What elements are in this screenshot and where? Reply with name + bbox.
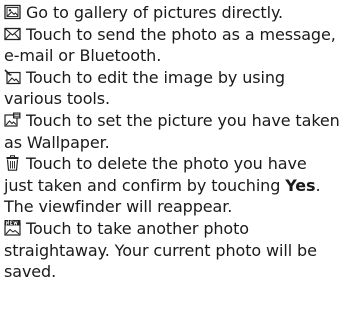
item-text: Touch to set the picture you have taken …: [4, 110, 340, 152]
edit-image-icon: [4, 69, 21, 85]
item-text: Touch to take another photo straightaway…: [4, 218, 317, 282]
item-text: Touch to edit the image by using various…: [4, 67, 285, 109]
list-item-new-photo: Touch to take another photo straightaway…: [4, 218, 340, 283]
set-wallpaper-icon: [4, 112, 21, 128]
instructions-list: Go to gallery of pictures directly. Touc…: [0, 0, 346, 311]
trash-icon: [4, 155, 21, 171]
item-text: Touch to send the photo as a message, e-…: [4, 24, 336, 66]
list-item-edit: Touch to edit the image by using various…: [4, 67, 340, 110]
envelope-icon: [4, 26, 21, 42]
list-item-wallpaper: Touch to set the picture you have taken …: [4, 110, 340, 153]
gallery-icon: [4, 4, 21, 20]
list-item-gallery: Go to gallery of pictures directly.: [4, 2, 340, 24]
list-item-send: Touch to send the photo as a message, e-…: [4, 24, 340, 67]
yes-label: Yes: [285, 175, 316, 195]
new-photo-icon: [4, 219, 21, 236]
item-text: Touch to delete the photo you have just …: [4, 154, 307, 195]
list-item-delete: Touch to delete the photo you have just …: [4, 153, 340, 218]
item-text: Go to gallery of pictures directly.: [26, 3, 284, 22]
